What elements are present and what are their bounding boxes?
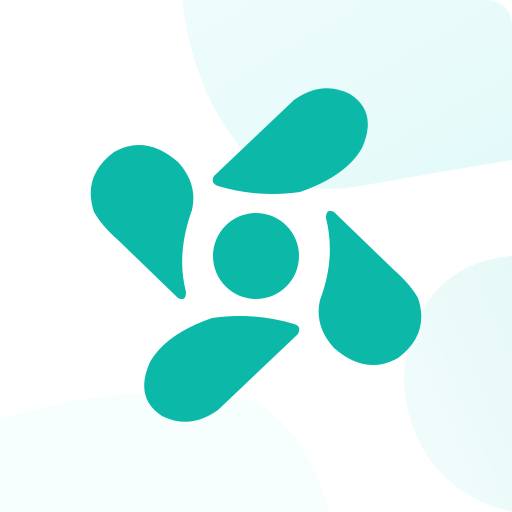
app-icon-canvas [0,0,512,512]
fan-hub [213,213,299,299]
fan-blade-top-right [212,88,368,194]
fan-blade-bottom-left [144,316,300,422]
fan-blade-top-left [90,144,194,300]
fan-icon [90,88,422,422]
fan-blade-bottom-right [318,210,422,366]
